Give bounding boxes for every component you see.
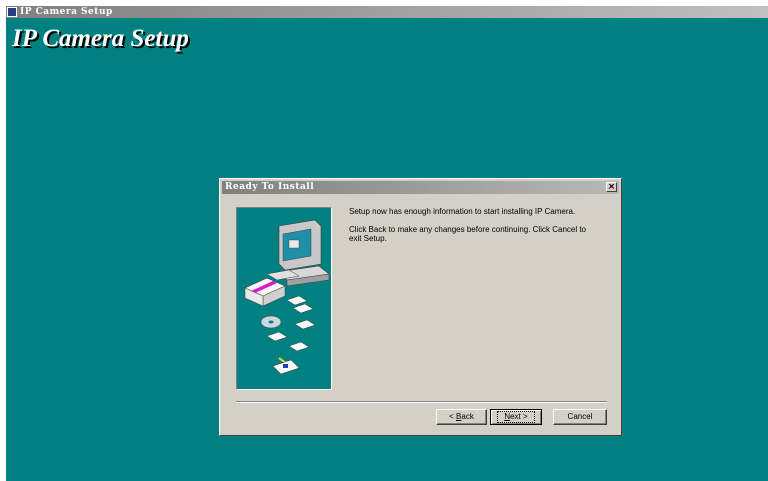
next-label-suffix: >: [520, 412, 528, 421]
next-focus-ring: Next >: [497, 411, 535, 423]
close-button[interactable]: ×: [606, 182, 617, 192]
next-label-rest: ext: [510, 412, 521, 421]
dialog-title: Ready To Install: [225, 182, 315, 192]
cancel-label: Cancel: [567, 412, 593, 421]
setup-app-icon: [7, 7, 17, 17]
app-heading: IP Camera Setup: [12, 25, 189, 52]
ready-message: Setup now has enough information to star…: [349, 207, 576, 216]
close-icon: ×: [607, 182, 616, 192]
next-button[interactable]: Next >: [490, 409, 542, 425]
installer-illustration-svg: [244, 219, 330, 375]
window-titlebar[interactable]: IP Camera Setup: [6, 6, 768, 18]
button-separator: [236, 401, 607, 403]
back-button[interactable]: < Back: [436, 409, 487, 425]
window-title: IP Camera Setup: [20, 7, 113, 17]
instruction-message: Click Back to make any changes before co…: [349, 225, 587, 243]
dialog-titlebar[interactable]: Ready To Install ×: [222, 181, 619, 194]
installer-computer-illustration: [236, 207, 332, 390]
cancel-button[interactable]: Cancel: [553, 409, 607, 425]
ready-to-install-dialog: Ready To Install × Setup now has enough …: [219, 178, 622, 436]
back-label-rest: ack: [461, 412, 474, 421]
back-label-prefix: <: [449, 412, 457, 421]
